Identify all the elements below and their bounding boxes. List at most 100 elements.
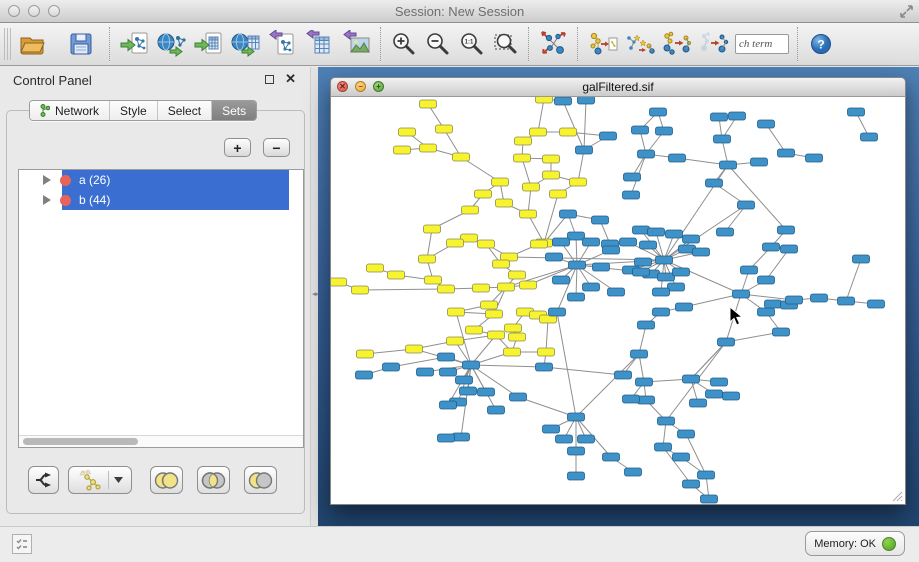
resize-grip[interactable]: [889, 488, 903, 502]
sets-list[interactable]: a (26)b (44): [18, 169, 304, 448]
graph-node[interactable]: [463, 361, 480, 369]
graph-edge[interactable]: [728, 165, 786, 230]
graph-node[interactable]: [673, 453, 690, 461]
graph-node-selected[interactable]: [492, 178, 509, 186]
graph-edge[interactable]: [563, 101, 584, 150]
tab-style[interactable]: Style: [110, 101, 158, 120]
graph-node[interactable]: [656, 256, 673, 264]
graph-node[interactable]: [546, 253, 563, 261]
graph-node[interactable]: [690, 399, 707, 407]
float-panel-icon[interactable]: [265, 75, 274, 84]
import-network-file-button[interactable]: [116, 25, 153, 63]
graph-node-selected[interactable]: [550, 190, 567, 198]
graph-node[interactable]: [655, 443, 672, 451]
graph-node-selected[interactable]: [420, 100, 437, 108]
graph-node[interactable]: [440, 368, 457, 376]
graph-node[interactable]: [853, 255, 870, 263]
graph-node[interactable]: [683, 375, 700, 383]
graph-node[interactable]: [438, 353, 455, 361]
graph-node[interactable]: [578, 435, 595, 443]
graph-node[interactable]: [701, 495, 718, 503]
graph-node[interactable]: [666, 230, 683, 238]
graph-node-selected[interactable]: [436, 125, 453, 133]
graph-node-selected[interactable]: [475, 190, 492, 198]
tab-select[interactable]: Select: [158, 101, 212, 120]
graph-edge[interactable]: [766, 249, 789, 280]
import-network-web-button[interactable]: [153, 25, 190, 63]
graph-node[interactable]: [711, 378, 728, 386]
graph-node[interactable]: [758, 120, 775, 128]
graph-node[interactable]: [488, 406, 505, 414]
graph-edge[interactable]: [576, 265, 577, 297]
graph-node[interactable]: [698, 471, 715, 479]
graph-node-selected[interactable]: [496, 199, 513, 207]
graph-node[interactable]: [806, 154, 823, 162]
graph-node-selected[interactable]: [504, 348, 521, 356]
graph-node-selected[interactable]: [420, 144, 437, 152]
graph-node[interactable]: [758, 276, 775, 284]
graph-node[interactable]: [658, 417, 675, 425]
graph-node[interactable]: [631, 350, 648, 358]
graph-node[interactable]: [650, 108, 667, 116]
add-set-button[interactable]: +: [224, 138, 251, 157]
graph-node[interactable]: [763, 243, 780, 251]
graph-node[interactable]: [656, 127, 673, 135]
graph-edge[interactable]: [471, 365, 544, 367]
graph-node[interactable]: [720, 161, 737, 169]
graph-node[interactable]: [758, 308, 775, 316]
graph-node-selected[interactable]: [406, 345, 423, 353]
minimize-window-button[interactable]: [28, 5, 40, 17]
graph-node[interactable]: [838, 297, 855, 305]
graph-node[interactable]: [861, 133, 878, 141]
graph-node[interactable]: [383, 363, 400, 371]
graph-node[interactable]: [576, 146, 593, 154]
graph-node[interactable]: [625, 468, 642, 476]
graph-node[interactable]: [811, 294, 828, 302]
graph-node[interactable]: [556, 435, 573, 443]
graph-node-selected[interactable]: [447, 239, 464, 247]
help-button[interactable]: ?: [804, 25, 838, 63]
graph-edge[interactable]: [471, 335, 496, 365]
zoom-window-button[interactable]: [48, 5, 60, 17]
graph-node[interactable]: [706, 179, 723, 187]
graph-node[interactable]: [555, 97, 572, 105]
graph-node[interactable]: [676, 303, 693, 311]
graph-node[interactable]: [568, 447, 585, 455]
graph-edge[interactable]: [538, 99, 544, 132]
graph-edge[interactable]: [576, 354, 639, 417]
graph-node[interactable]: [633, 268, 650, 276]
show-task-history-button[interactable]: [12, 534, 32, 554]
graph-node[interactable]: [620, 238, 637, 246]
graph-node-selected[interactable]: [367, 264, 384, 272]
graph-node[interactable]: [568, 413, 585, 421]
graph-node[interactable]: [717, 228, 734, 236]
graph-node-selected[interactable]: [514, 154, 531, 162]
graph-node-selected[interactable]: [478, 240, 495, 248]
graph-node[interactable]: [417, 368, 434, 376]
graph-node-selected[interactable]: [399, 128, 416, 136]
splitter-handle[interactable]: ◂▸: [312, 293, 316, 302]
sets-list-hscrollbar[interactable]: [19, 435, 303, 447]
toolbar-grip[interactable]: [4, 28, 11, 60]
graph-node-selected[interactable]: [538, 348, 555, 356]
export-image-button[interactable]: [338, 25, 375, 63]
graph-node[interactable]: [600, 132, 617, 140]
graph-node[interactable]: [668, 283, 685, 291]
graph-edge[interactable]: [846, 259, 861, 301]
graph-node[interactable]: [510, 393, 527, 401]
graph-node[interactable]: [635, 258, 652, 266]
graph-node[interactable]: [640, 241, 657, 249]
graph-node-selected[interactable]: [509, 333, 526, 341]
graph-node-selected[interactable]: [466, 326, 483, 334]
disclosure-triangle-icon[interactable]: [43, 195, 51, 205]
graph-edge[interactable]: [360, 289, 446, 290]
network-canvas[interactable]: [330, 97, 906, 505]
graph-node[interactable]: [658, 273, 675, 281]
graph-node[interactable]: [592, 216, 609, 224]
graph-edge[interactable]: [546, 319, 548, 352]
graph-node-selected[interactable]: [488, 331, 505, 339]
graph-node[interactable]: [638, 150, 655, 158]
network-view-window[interactable]: ✕ − + galFiltered.sif: [330, 77, 906, 505]
graph-node[interactable]: [648, 228, 665, 236]
export-network-button[interactable]: [264, 25, 301, 63]
